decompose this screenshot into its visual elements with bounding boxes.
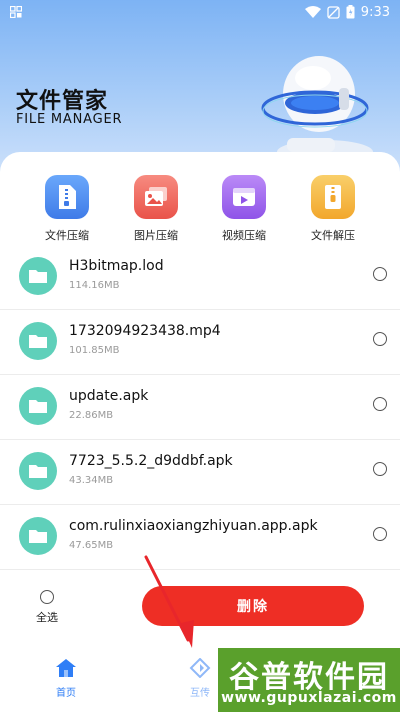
- folder-icon: [19, 452, 57, 490]
- file-row[interactable]: 7723_5.5.2_d9ddbf.apk 43.34MB: [0, 440, 400, 505]
- watermark-url: www.gupuxlazai.com: [221, 690, 397, 706]
- mute-icon: [327, 5, 340, 19]
- page-title: 文件管家: [16, 89, 109, 114]
- folder-icon: [19, 387, 57, 425]
- watermark-logo: 谷普软件园 www.gupuxlazai.com: [218, 648, 400, 712]
- nav-label: 首页: [56, 688, 76, 699]
- nav-transfer[interactable]: 互传: [180, 657, 220, 699]
- zip-file-icon: [45, 175, 89, 219]
- status-icons: 9:33: [304, 3, 390, 21]
- file-row[interactable]: H3bitmap.lod 114.16MB: [0, 245, 400, 310]
- file-row[interactable]: update.apk 22.86MB: [0, 375, 400, 440]
- robot-mascot-illustration: [261, 56, 373, 160]
- file-row[interactable]: com.rulinxiaoxiangzhiyuan.app.apk 47.65M…: [0, 505, 400, 570]
- clock: 9:33: [360, 4, 390, 20]
- file-size: 47.65MB: [69, 540, 114, 551]
- select-all-radio[interactable]: [40, 590, 54, 604]
- file-list: H3bitmap.lod 114.16MB 1732094923438.mp4 …: [0, 245, 400, 570]
- file-manager-screen: 9:33 文件管家 FILE MANAGER 文件压缩 图片压缩 视频压缩 文件…: [0, 0, 400, 712]
- tool-label: 视频压缩: [222, 229, 266, 242]
- file-size: 114.16MB: [69, 280, 120, 291]
- select-radio[interactable]: [373, 462, 387, 476]
- file-name: 7723_5.5.2_d9ddbf.apk: [69, 453, 233, 469]
- nav-home[interactable]: 首页: [46, 658, 86, 699]
- file-name: 1732094923438.mp4: [69, 323, 221, 339]
- tool-file-compress[interactable]: 文件压缩: [27, 175, 107, 243]
- select-all-label: 全选: [36, 611, 58, 624]
- select-all-toggle[interactable]: 全选: [30, 590, 64, 625]
- image-icon: [134, 175, 178, 219]
- tool-label: 图片压缩: [134, 229, 178, 242]
- tool-file-extract[interactable]: 文件解压: [293, 175, 373, 243]
- file-size: 22.86MB: [69, 410, 114, 421]
- content-card: 文件压缩 图片压缩 视频压缩 文件解压 H3bitmap.lod 114.16M…: [0, 152, 400, 712]
- select-radio[interactable]: [373, 267, 387, 281]
- file-size: 43.34MB: [69, 475, 114, 486]
- folder-icon: [19, 257, 57, 295]
- unzip-file-icon: [311, 175, 355, 219]
- tool-grid: 文件压缩 图片压缩 视频压缩 文件解压: [0, 175, 400, 245]
- battery-icon: [346, 5, 355, 19]
- notification-icon: [10, 6, 22, 18]
- tool-label: 文件压缩: [45, 229, 89, 242]
- page-subtitle: FILE MANAGER: [16, 112, 123, 127]
- select-radio[interactable]: [373, 397, 387, 411]
- select-radio[interactable]: [373, 332, 387, 346]
- file-name: com.rulinxiaoxiangzhiyuan.app.apk: [69, 518, 318, 534]
- folder-icon: [19, 322, 57, 360]
- tool-label: 文件解压: [311, 229, 355, 242]
- folder-icon: [19, 517, 57, 555]
- home-icon: [56, 659, 76, 677]
- file-name: update.apk: [69, 388, 149, 404]
- delete-button[interactable]: 删除: [142, 586, 364, 626]
- select-radio[interactable]: [373, 527, 387, 541]
- tool-video-compress[interactable]: 视频压缩: [204, 175, 284, 243]
- file-name: H3bitmap.lod: [69, 258, 164, 274]
- nav-label: 互传: [190, 688, 210, 699]
- status-bar: 9:33: [0, 0, 400, 24]
- file-row[interactable]: 1732094923438.mp4 101.85MB: [0, 310, 400, 375]
- wifi-icon: [304, 5, 321, 18]
- transfer-icon: [189, 657, 211, 679]
- video-icon: [222, 175, 266, 219]
- tool-image-compress[interactable]: 图片压缩: [116, 175, 196, 243]
- file-size: 101.85MB: [69, 345, 120, 356]
